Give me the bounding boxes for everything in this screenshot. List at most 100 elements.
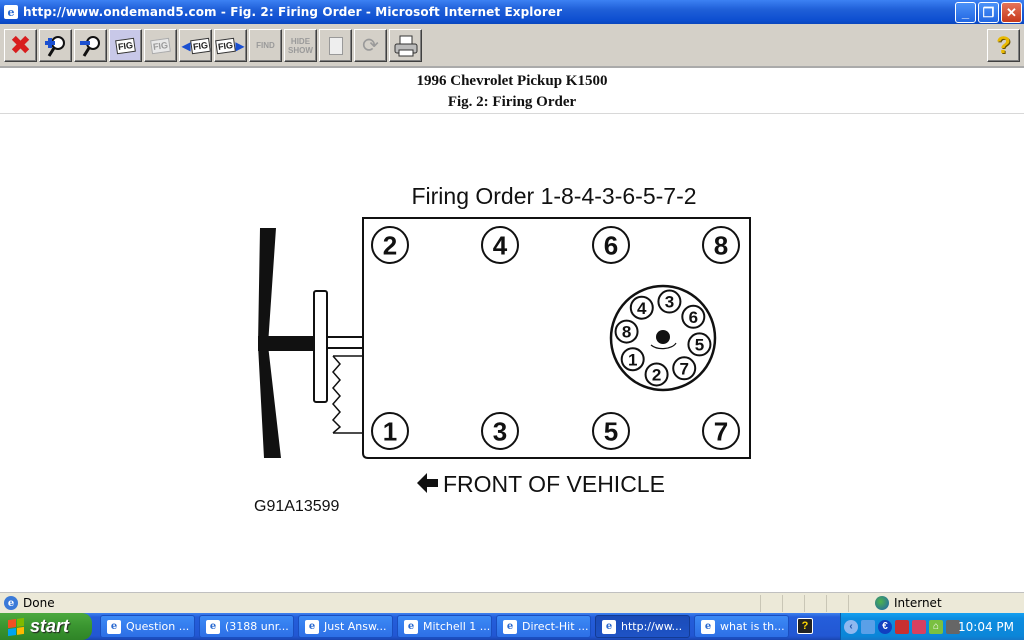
cylinder-7-label: 7	[714, 416, 728, 446]
status-bar: e Done Internet	[0, 592, 1024, 613]
distributor-terminal-3-label: 3	[665, 293, 674, 312]
minimize-button[interactable]: _	[955, 2, 976, 23]
distributor-terminal-8-label: 8	[622, 323, 631, 342]
ie-task-icon: e	[107, 619, 121, 634]
help-button[interactable]: ?	[987, 29, 1020, 62]
status-text: Done	[23, 596, 55, 610]
ie-task-icon: e	[503, 619, 517, 634]
ie-task-icon: e	[305, 619, 319, 634]
taskbar-item[interactable]: e Direct-Hit ...	[496, 615, 591, 638]
home-icon[interactable]: ⌂	[929, 619, 943, 634]
system-tray: ‹ € ⌂ 10:04 PM	[840, 613, 1024, 640]
internet-zone-icon	[875, 596, 889, 610]
next-figure-button[interactable]: FIG ▶	[214, 29, 247, 62]
distributor-terminal-8: 8	[614, 319, 639, 344]
distributor-terminal-6-label: 6	[689, 308, 698, 327]
fig-hand-icon: FIG	[150, 37, 171, 54]
taskbar-item-label: Direct-Hit ...	[522, 620, 589, 633]
cylinder-2-label: 2	[383, 230, 397, 260]
cylinder-5: 5	[592, 412, 630, 450]
network-icon[interactable]	[861, 619, 875, 634]
notes-button[interactable]	[319, 29, 352, 62]
distributor-terminal-2: 2	[644, 362, 669, 387]
cylinder-8: 8	[702, 226, 740, 264]
cylinder-6-label: 6	[604, 230, 618, 260]
taskbar-item[interactable]: e what is th...	[694, 615, 789, 638]
red-x-icon: ✖	[9, 30, 32, 61]
printer-icon	[394, 35, 417, 56]
e-icon[interactable]: €	[878, 619, 892, 634]
distributor-terminal-4: 4	[629, 295, 654, 320]
help-icon: ?	[996, 31, 1011, 59]
figure-select-button[interactable]: FIG	[144, 29, 177, 62]
zoom-out-icon	[79, 35, 100, 57]
fig-previous-icon: ◀ FIG	[181, 37, 211, 54]
window-titlebar: e http://www.ondemand5.com - Fig. 2: Fir…	[0, 0, 1024, 24]
zoom-in-button[interactable]	[39, 29, 72, 62]
ie-app-icon: e	[4, 5, 18, 19]
zoom-out-button[interactable]	[74, 29, 107, 62]
distributor-terminal-1-label: 1	[628, 350, 637, 369]
ie-page-icon: e	[4, 596, 18, 610]
taskbar-item-label: Mitchell 1 ...	[423, 620, 491, 633]
cylinder-8-label: 8	[714, 230, 728, 260]
start-button[interactable]: start	[0, 613, 92, 640]
distributor-terminal-7-label: 7	[679, 359, 688, 378]
pulley	[313, 290, 328, 403]
cylinder-7: 7	[702, 412, 740, 450]
cylinder-1: 1	[371, 412, 409, 450]
print-button[interactable]	[389, 29, 422, 62]
previous-figure-button[interactable]: ◀ FIG	[179, 29, 212, 62]
fig-next-icon: FIG ▶	[215, 37, 245, 54]
firing-order-label: Firing Order 1-8-4-3-6-5-7-2	[411, 183, 696, 209]
windows-logo-icon	[8, 617, 24, 636]
cylinder-4: 4	[481, 226, 519, 264]
taskbar-item[interactable]: e Mitchell 1 ...	[397, 615, 492, 638]
window-controls: _ ❐ ✕	[955, 2, 1022, 23]
figure-toolbar: ✖ FIG FIG ◀ FIG FIG ▶ FIND HIDE SHOW ⟳ ?	[0, 24, 1024, 68]
ie-task-icon: e	[404, 619, 418, 634]
cylinder-4-label: 4	[493, 230, 508, 260]
security-zone-label: Internet	[894, 596, 942, 610]
restore-button[interactable]: ❐	[978, 2, 999, 23]
vehicle-title: 1996 Chevrolet Pickup K1500	[416, 73, 608, 89]
taskbar-item[interactable]: e Just Answ...	[298, 615, 393, 638]
help-tray-icon[interactable]: ?	[797, 618, 813, 634]
distributor-shaft	[656, 330, 670, 344]
figure-window-button[interactable]: FIG	[109, 29, 142, 62]
taskbar: start e Question ... e (3188 unr... e Just An…	[0, 613, 1024, 640]
start-label: start	[30, 616, 70, 636]
figure-code: G91A13599	[254, 498, 340, 515]
clock[interactable]: 10:04 PM	[958, 620, 1014, 634]
bug-icon[interactable]	[912, 619, 926, 634]
taskbar-item[interactable]: e http://ww...	[595, 615, 690, 638]
ie-task-icon: e	[602, 619, 616, 634]
wave-icon[interactable]	[895, 619, 909, 634]
fig-window-icon: FIG	[115, 37, 136, 54]
taskbar-item-label: Question ...	[126, 620, 190, 633]
taskbar-item[interactable]: e Question ...	[100, 615, 195, 638]
window-title: http://www.ondemand5.com - Fig. 2: Firin…	[23, 5, 563, 19]
cylinder-3-label: 3	[493, 416, 507, 446]
figure-title: Fig. 2: Firing Order	[447, 94, 577, 110]
hide-show-icon: HIDE SHOW	[288, 36, 313, 55]
distributor-terminal-5: 5	[687, 332, 712, 357]
find-icon: FIND	[256, 41, 275, 50]
distributor-terminal-2-label: 2	[652, 366, 661, 385]
show-hidden-icons-button[interactable]: ‹	[844, 619, 858, 634]
distributor-terminal-3: 3	[657, 289, 682, 314]
close-window-button[interactable]: ✕	[1001, 2, 1022, 23]
find-button[interactable]: FIND	[249, 29, 282, 62]
cylinder-5-label: 5	[604, 416, 618, 446]
distributor-terminal-4-label: 4	[637, 299, 647, 318]
cylinder-2: 2	[371, 226, 409, 264]
close-figure-button[interactable]: ✖	[4, 29, 37, 62]
taskbar-item-label: Just Answ...	[324, 620, 387, 633]
cylinder-1-label: 1	[383, 416, 397, 446]
hide-show-button[interactable]: HIDE SHOW	[284, 29, 317, 62]
distributor-terminal-1: 1	[620, 347, 645, 372]
taskbar-item-label: what is th...	[720, 620, 785, 633]
taskbar-item-label: (3188 unr...	[225, 620, 289, 633]
refresh-button[interactable]: ⟳	[354, 29, 387, 62]
taskbar-item[interactable]: e (3188 unr...	[199, 615, 294, 638]
